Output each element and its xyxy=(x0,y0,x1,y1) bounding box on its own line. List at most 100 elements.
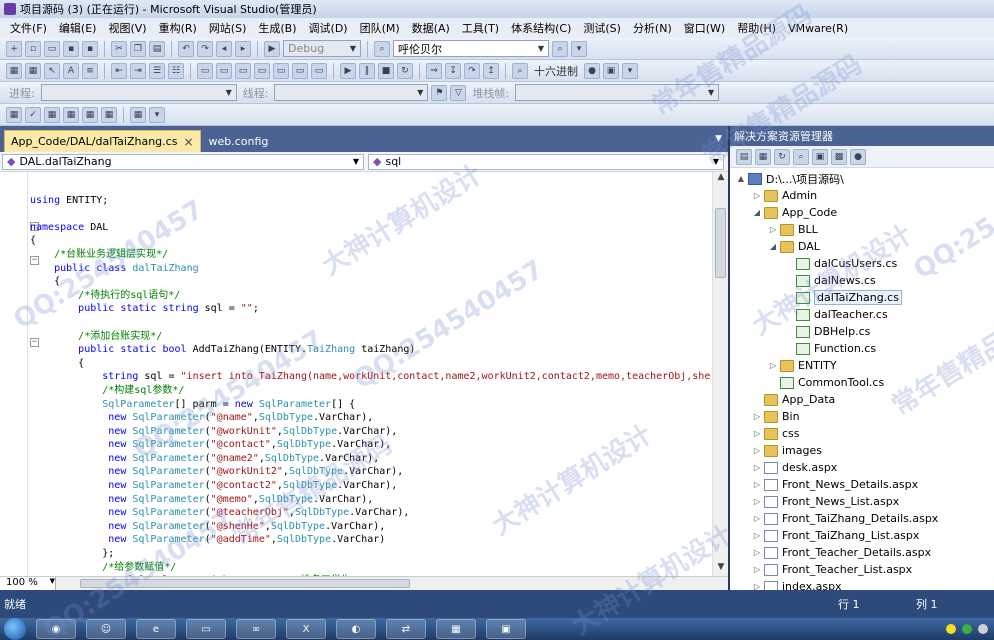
bookmark-next-icon[interactable]: ▭ xyxy=(235,62,251,79)
layout-icon[interactable]: ▦ xyxy=(82,106,98,123)
tree-node[interactable]: ▷ Front_News_Details.aspx xyxy=(730,476,994,493)
uncomment-icon[interactable]: ☷ xyxy=(168,62,184,79)
editor-horizontal-scrollbar[interactable]: 100 % ▼ xyxy=(0,576,728,590)
menu-item[interactable]: 重构(R) xyxy=(153,20,203,36)
tree-node[interactable]: ▲ D:\...\项目源码\ xyxy=(730,170,994,187)
tree-expander-icon[interactable]: ▷ xyxy=(752,412,762,421)
increase-indent-icon[interactable]: ⇥ xyxy=(130,62,146,79)
tree-node[interactable]: ▷ Front_Teacher_List.aspx xyxy=(730,561,994,578)
tree-node[interactable]: ▷ Bin xyxy=(730,408,994,425)
menu-item[interactable]: 体系结构(C) xyxy=(505,20,577,36)
tree-expander-icon[interactable]: ▷ xyxy=(752,429,762,438)
code-editor[interactable]: − − − using ENTITY; namespace DAL{ /*台账业务… xyxy=(0,172,728,576)
tree-node[interactable]: ▷ images xyxy=(730,442,994,459)
tree-node[interactable]: ▷ BLL xyxy=(730,221,994,238)
tree-expander-icon[interactable]: ▷ xyxy=(752,480,762,489)
tree-node[interactable]: ◢ App_Code xyxy=(730,204,994,221)
tree-node[interactable]: ▷ Front_TaiZhang_List.aspx xyxy=(730,527,994,544)
tree-node[interactable]: ▷ Front_News_List.aspx xyxy=(730,493,994,510)
new-project-icon[interactable]: ▫ xyxy=(25,40,41,57)
tree-expander-icon[interactable]: ▷ xyxy=(752,531,762,540)
undo-icon[interactable]: ↶ xyxy=(178,40,194,57)
start-button[interactable] xyxy=(4,618,26,640)
tray-icon[interactable] xyxy=(978,624,988,634)
tree-expander-icon[interactable]: ▷ xyxy=(752,497,762,506)
bookmark-prev-icon[interactable]: ▭ xyxy=(216,62,232,79)
tray-icon[interactable] xyxy=(962,624,972,634)
refresh-icon[interactable]: ↻ xyxy=(774,148,790,165)
tree-expander-icon[interactable]: ▷ xyxy=(752,514,762,523)
tree-expander-icon[interactable]: ▷ xyxy=(752,191,762,200)
text-icon[interactable]: A xyxy=(63,62,79,79)
taskbar-app-icon[interactable]: e xyxy=(136,619,176,639)
tree-node[interactable]: dalNews.cs xyxy=(730,272,994,289)
open-file-icon[interactable]: ▭ xyxy=(44,40,60,57)
format-icon[interactable]: ▦ xyxy=(6,62,22,79)
step-out-icon[interactable]: ↥ xyxy=(483,62,499,79)
step-into-icon[interactable]: ↧ xyxy=(445,62,461,79)
tree-node[interactable]: dalTaiZhang.cs xyxy=(730,289,994,306)
layout-icon[interactable]: ▦ xyxy=(63,106,79,123)
taskbar-app-icon[interactable]: ◉ xyxy=(36,619,76,639)
find-combo[interactable]: 呼伦贝尔 ▼ xyxy=(393,40,549,57)
copy-icon[interactable]: ❐ xyxy=(130,40,146,57)
pointer-icon[interactable]: ↖ xyxy=(44,62,60,79)
format-icon[interactable]: ▦ xyxy=(25,62,41,79)
indent-icon[interactable]: ≡ xyxy=(82,62,98,79)
stop-debugging-icon[interactable]: ■ xyxy=(378,62,394,79)
save-icon[interactable]: ▪ xyxy=(63,40,79,57)
tree-node[interactable]: ▷ Front_TaiZhang_Details.aspx xyxy=(730,510,994,527)
decrease-indent-icon[interactable]: ⇤ xyxy=(111,62,127,79)
cut-icon[interactable]: ✂ xyxy=(111,40,127,57)
menu-item[interactable]: 窗口(W) xyxy=(678,20,731,36)
tree-node[interactable]: ▷ desk.aspx xyxy=(730,459,994,476)
menu-item[interactable]: 编辑(E) xyxy=(53,20,103,36)
solution-configuration-combo[interactable]: Debug ▼ xyxy=(283,40,361,57)
menu-item[interactable]: 网站(S) xyxy=(203,20,253,36)
save-all-icon[interactable]: ▪ xyxy=(82,40,98,57)
tree-expander-icon[interactable]: ▷ xyxy=(752,548,762,557)
tree-node[interactable]: ◢ DAL xyxy=(730,238,994,255)
menu-item[interactable]: 调试(D) xyxy=(303,20,354,36)
close-icon[interactable]: × xyxy=(183,135,193,149)
tree-node[interactable]: ▷ css xyxy=(730,425,994,442)
start-debugging-icon[interactable]: ▶ xyxy=(264,40,280,57)
tree-expander-icon[interactable]: ▷ xyxy=(752,565,762,574)
editor-vertical-scrollbar[interactable]: ▲ ▼ xyxy=(712,172,728,576)
continue-icon[interactable]: ▶ xyxy=(340,62,356,79)
tree-node[interactable]: ▷ Front_Teacher_Details.aspx xyxy=(730,544,994,561)
layout-icon[interactable]: ▦ xyxy=(130,106,146,123)
tree-expander-icon[interactable]: ▲ xyxy=(736,174,746,183)
tree-node[interactable]: ▷ Admin xyxy=(730,187,994,204)
layout-icon[interactable]: ▦ xyxy=(101,106,117,123)
filter-icon[interactable]: ▽ xyxy=(450,84,467,101)
menu-item[interactable]: 生成(B) xyxy=(252,20,302,36)
show-all-files-icon[interactable]: ▦ xyxy=(755,148,771,165)
tab-list-dropdown-icon[interactable]: ▼ xyxy=(715,134,722,144)
menu-item[interactable]: 测试(S) xyxy=(577,20,627,36)
breakpoints-icon[interactable]: ● xyxy=(584,62,600,79)
taskbar-app-icon[interactable]: ∞ xyxy=(236,619,276,639)
asp-net-config-icon[interactable]: ● xyxy=(850,148,866,165)
tree-node[interactable]: dalCusUsers.cs xyxy=(730,255,994,272)
process-combo[interactable]: ▼ xyxy=(40,84,237,101)
toolbar-options-icon[interactable]: ▾ xyxy=(149,106,165,123)
menu-item[interactable]: 团队(M) xyxy=(354,20,406,36)
layout-icon[interactable]: ▦ xyxy=(44,106,60,123)
tree-expander-icon[interactable]: ▷ xyxy=(752,463,762,472)
tree-expander-icon[interactable]: ▷ xyxy=(768,225,778,234)
output-window-icon[interactable]: ▣ xyxy=(603,62,619,79)
hex-display-button[interactable]: 十六进制 xyxy=(531,63,581,79)
scroll-down-icon[interactable]: ▼ xyxy=(713,562,728,576)
bookmark-icon[interactable]: ▭ xyxy=(197,62,213,79)
member-navigation-combo[interactable]: ◆ sql ▼ xyxy=(368,153,724,170)
tree-expander-icon[interactable]: ▷ xyxy=(768,361,778,370)
comment-icon[interactable]: ☰ xyxy=(149,62,165,79)
find-in-files-icon[interactable]: ⌕ xyxy=(374,40,390,57)
stack-frame-combo[interactable]: ▼ xyxy=(515,84,720,101)
taskbar-app-icon[interactable]: X xyxy=(286,619,326,639)
menu-item[interactable]: 视图(V) xyxy=(102,20,152,36)
menu-item[interactable]: 数据(A) xyxy=(406,20,456,36)
tree-node[interactable]: dalTeacher.cs xyxy=(730,306,994,323)
quick-watch-icon[interactable]: ⌕ xyxy=(512,62,528,79)
